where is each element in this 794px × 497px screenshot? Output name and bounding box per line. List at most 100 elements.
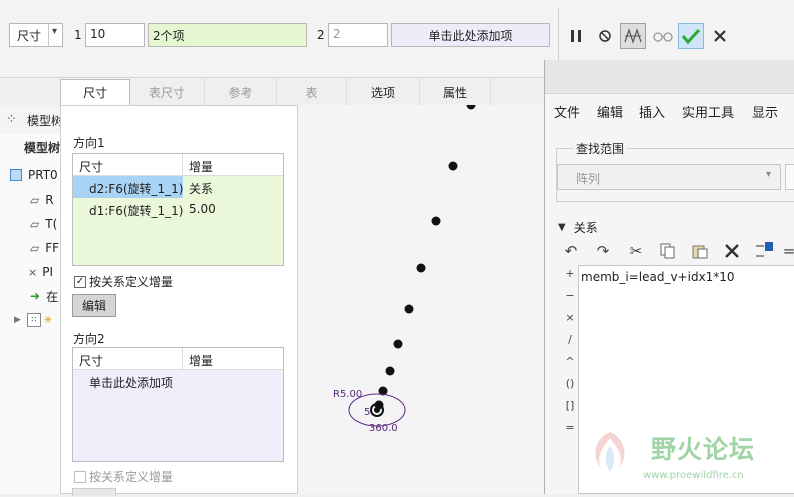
tree-item-csys[interactable]: ⨯ PI [28, 261, 53, 283]
paste-button[interactable] [689, 240, 711, 262]
csys-icon: ⨯ [28, 265, 38, 279]
collapse-triangle-icon: ▼ [558, 222, 566, 233]
increment-annotation[interactable]: 5 [364, 407, 370, 418]
menu-insert[interactable]: 插入 [639, 102, 665, 121]
no-preview-button[interactable] [592, 23, 618, 49]
relations-section-header[interactable]: ▼ 关系 [558, 219, 598, 236]
col-dim: 尺寸 [73, 348, 183, 370]
cut-button[interactable]: ✂ [625, 240, 647, 262]
tree-item-right[interactable]: ▱ R [30, 189, 54, 211]
tree-item-part[interactable]: PRT0 [10, 164, 58, 186]
define-by-relation-2-label: 按关系定义增量 [89, 470, 174, 484]
copy-button[interactable] [657, 240, 679, 262]
more-tools-button[interactable]: = [783, 240, 794, 262]
scope-select[interactable]: 阵列 ▾ [557, 164, 781, 190]
tree-item-top[interactable]: ▱ T( [30, 213, 57, 235]
switch-dims-button[interactable] [753, 240, 775, 262]
wildfire-logo [595, 432, 625, 472]
scope-picker-button[interactable] [785, 164, 794, 190]
op-parentheses[interactable]: () [563, 377, 577, 390]
dir1-index: 1 [74, 28, 82, 42]
checkbox-checked-icon[interactable]: ✓ [74, 275, 86, 288]
op-plus[interactable]: + [563, 267, 577, 280]
cancel-button[interactable] [707, 23, 733, 49]
pattern-member[interactable] [431, 216, 441, 226]
checkbox-disabled-icon[interactable] [74, 470, 86, 483]
dir2-add-collector[interactable]: 单击此处添加项 [391, 23, 550, 47]
relation-expression[interactable]: memb_i=lead_v+idx1*10 [581, 270, 735, 284]
pattern-member[interactable] [448, 161, 458, 171]
delete-button[interactable] [721, 240, 743, 262]
tab-options[interactable]: 选项 [347, 79, 420, 105]
checkmark-icon [681, 28, 701, 45]
menu-edit[interactable]: 编辑 [597, 102, 623, 121]
op-power[interactable]: ^ [563, 355, 577, 368]
table-row[interactable]: d1:F6(旋转_1_1) 5.00 [73, 198, 283, 220]
dir2-title: 方向2 [73, 332, 105, 346]
chevron-down-icon: ▾ [52, 26, 58, 37]
forum-watermark: 野火论坛 www.proewildfire.cn [585, 426, 794, 494]
geometry-preview-button[interactable] [620, 23, 646, 49]
col-dim: 尺寸 [73, 154, 183, 176]
scope-select-value: 阵列 [576, 172, 601, 186]
graphics-area[interactable]: R5.00 5 360.0 [298, 100, 546, 494]
row-inc[interactable]: 关系 [183, 176, 219, 198]
edit-button-2 [72, 488, 116, 496]
verify-preview-button[interactable] [650, 23, 676, 49]
table-row[interactable]: d2:F6(旋转_1_1) 关系 [73, 176, 283, 198]
dir2-count-input[interactable]: 2 [328, 23, 388, 47]
pause-button[interactable] [563, 23, 589, 49]
pattern-icon: ∷ [26, 313, 41, 327]
pattern-member[interactable] [385, 366, 395, 376]
tab-tables[interactable]: 表 [277, 79, 347, 105]
tree-item-pattern[interactable]: ▶ ∷ ✳ [14, 309, 52, 331]
dir2-table: 尺寸 增量 单击此处添加项 [72, 347, 284, 462]
dir2-add-row[interactable]: 单击此处添加项 [73, 370, 283, 392]
menu-display[interactable]: 显示 [752, 102, 778, 121]
relations-window: 文件 编辑 插入 实用工具 显示 查找范围 阵列 ▾ ▼ 关系 ↶ ↷ ✂ = … [544, 60, 794, 494]
scissors-icon: ✂ [629, 242, 643, 260]
type-select[interactable]: 尺寸 ▾ [9, 23, 63, 47]
no-preview-icon [599, 30, 611, 42]
angle-annotation[interactable]: 360.0 [369, 423, 398, 434]
menu-utilities[interactable]: 实用工具 [682, 102, 734, 121]
datum-plane-icon: ▱ [30, 241, 40, 255]
tree-title: 模型树 [27, 114, 64, 128]
tab-properties[interactable]: 属性 [420, 79, 491, 105]
tree-item-label: PRT0 [28, 168, 58, 182]
row-inc[interactable]: 5.00 [183, 198, 222, 220]
edit-button[interactable]: 编辑 [72, 294, 116, 317]
tree-item-label: 在 [46, 289, 59, 304]
dir1-count-input[interactable]: 10 [85, 23, 145, 47]
close-icon [714, 30, 726, 42]
tree-settings-icon[interactable]: ⁘ [6, 112, 17, 127]
pattern-member[interactable] [404, 304, 414, 314]
tab-table-dimensions[interactable]: 表尺寸 [130, 79, 205, 105]
dir1-items-collector[interactable]: 2个项 [148, 23, 307, 47]
tab-references[interactable]: 参考 [205, 79, 277, 105]
tree-item-front[interactable]: ▱ FF [30, 237, 59, 259]
model-tree: 模型树 PRT0 ▱ R ▱ T( ▱ FF ⨯ PI ➜ 在 ▶ ∷ ✳ [0, 134, 62, 494]
define-by-relation-2[interactable]: 按关系定义增量 [74, 468, 173, 485]
model-tree-header: ⁘ 模型树 [0, 106, 64, 134]
op-divide[interactable]: / [563, 333, 577, 346]
tree-item-insert-here[interactable]: ➜ 在 [30, 285, 58, 307]
dir2-add-label: 单击此处添加项 [89, 376, 174, 390]
menu-file[interactable]: 文件 [554, 102, 580, 121]
op-brackets[interactable]: [] [563, 399, 577, 412]
tab-dimensions[interactable]: 尺寸 [60, 79, 130, 105]
redo-button[interactable]: ↷ [592, 240, 614, 262]
expand-arrow-icon[interactable]: ▶ [14, 315, 21, 325]
op-equals[interactable]: = [563, 421, 577, 434]
op-multiply[interactable]: × [563, 311, 577, 324]
pattern-member[interactable] [393, 339, 403, 349]
op-minus[interactable]: − [563, 289, 577, 302]
part-icon [10, 169, 22, 181]
define-by-relation[interactable]: ✓ 按关系定义增量 [74, 273, 173, 290]
pattern-member[interactable] [466, 100, 476, 110]
ok-button[interactable] [678, 23, 704, 49]
radius-annotation[interactable]: R5.00 [333, 389, 362, 400]
tree-item-label: PI [42, 265, 53, 279]
pattern-member[interactable] [416, 263, 426, 273]
undo-button[interactable]: ↶ [560, 240, 582, 262]
